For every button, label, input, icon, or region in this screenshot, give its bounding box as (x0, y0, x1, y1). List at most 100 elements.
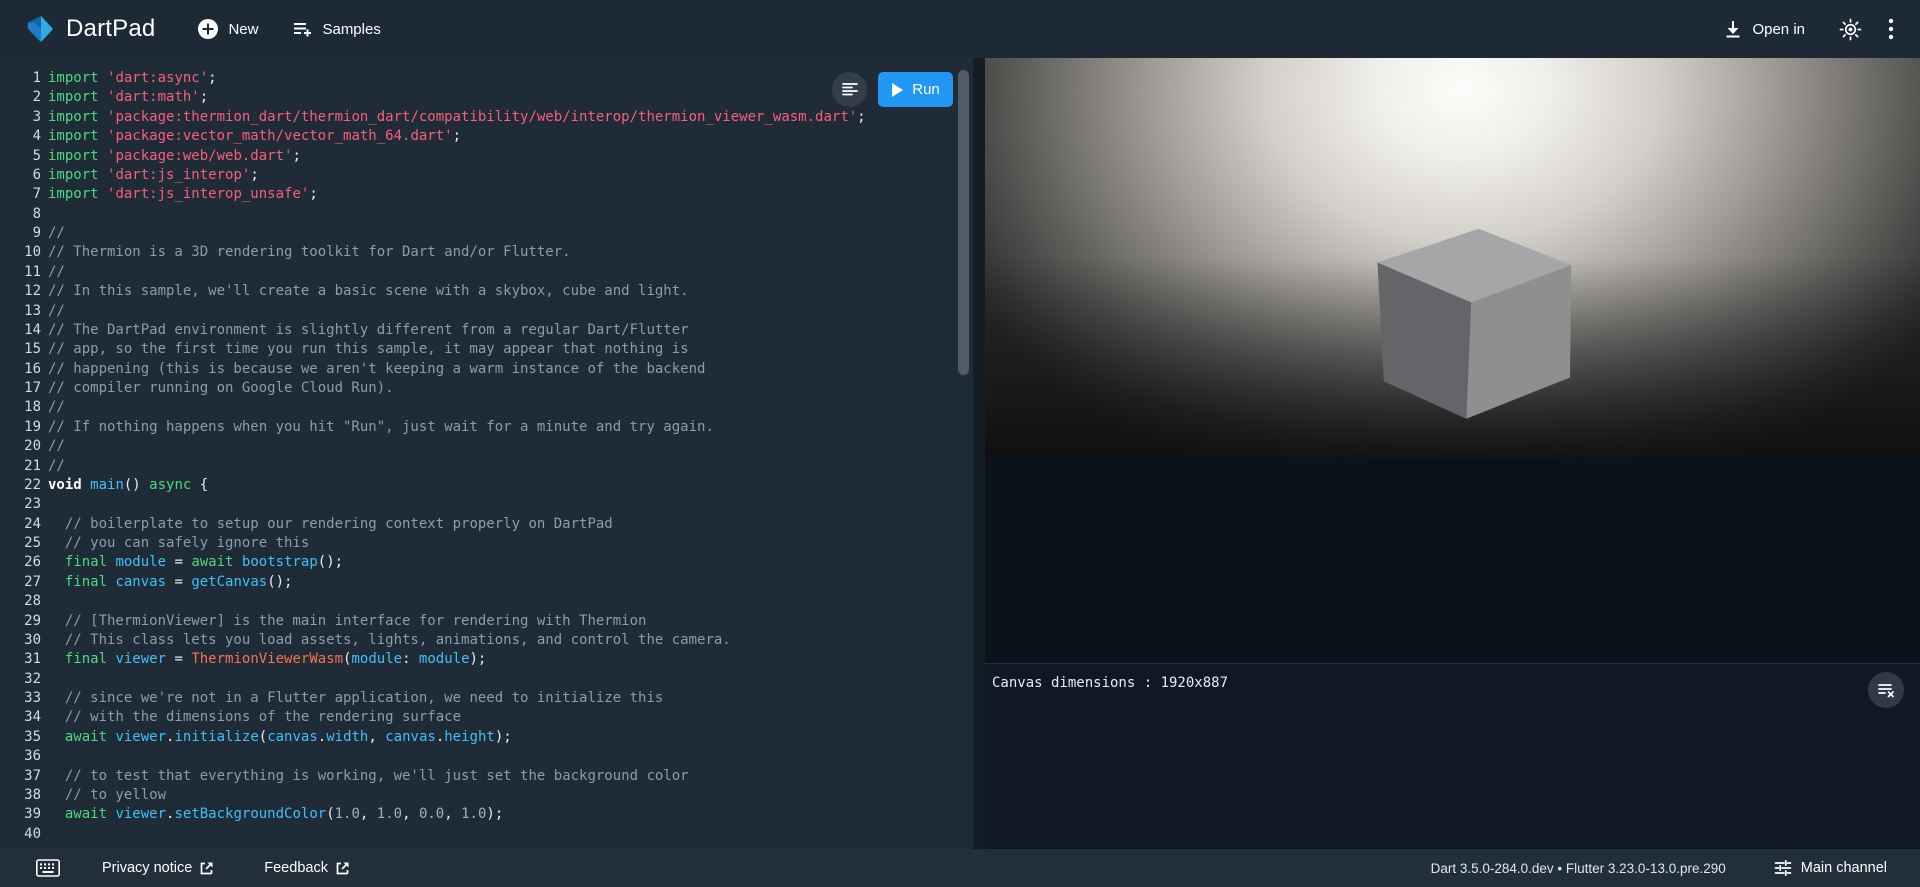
code-line: 38 // to yellow (0, 786, 973, 805)
new-button-label: New (228, 21, 258, 38)
channel-selector[interactable]: Main channel (1774, 859, 1887, 877)
code-line: 36 (0, 747, 973, 766)
code-text: // If nothing happens when you hit "Run"… (48, 419, 714, 435)
code-line: 18// (0, 398, 973, 417)
code-text: // boilerplate to setup our rendering co… (48, 516, 613, 532)
open-in-button[interactable]: Open in (1723, 19, 1805, 39)
play-icon (891, 83, 903, 97)
render-3d-canvas[interactable] (985, 58, 1920, 458)
code-line: 3import 'package:thermion_dart/thermion_… (0, 108, 973, 127)
line-number: 9 (0, 224, 41, 243)
brand: DartPad (25, 13, 155, 45)
cube-3d (985, 58, 1920, 458)
external-link-icon (335, 861, 350, 876)
code-line: 25 // you can safely ignore this (0, 534, 973, 553)
feedback-label: Feedback (264, 860, 328, 876)
line-number: 5 (0, 147, 41, 166)
dartpad-app: DartPad New Sa (0, 0, 1920, 887)
line-number: 33 (0, 689, 41, 708)
dart-logo-icon (25, 13, 55, 45)
samples-button[interactable]: Samples (292, 19, 380, 39)
line-number: 24 (0, 515, 41, 534)
privacy-notice-link[interactable]: Privacy notice (102, 860, 214, 876)
code-line: 14// The DartPad environment is slightly… (0, 321, 973, 340)
line-number: 37 (0, 767, 41, 786)
line-number: 4 (0, 127, 41, 146)
code-text: // [ThermionViewer] is the main interfac… (48, 613, 646, 629)
code-line: 35 await viewer.initialize(canvas.width,… (0, 728, 973, 747)
code-line: 4 import 'package:vector_math/vector_math… (0, 127, 973, 146)
code-line: 34 // with the dimensions of the renderi… (0, 708, 973, 727)
code-line: 32 (0, 670, 973, 689)
code-text: // app, so the first time you run this s… (48, 341, 689, 357)
line-number: 16 (0, 360, 41, 379)
code-text: final viewer = ThermionViewerWasm(module… (48, 651, 486, 667)
code-text: await viewer.initialize(canvas.width, ca… (48, 729, 512, 745)
line-number: 30 (0, 631, 41, 650)
code-text: final module = await bootstrap(); (48, 554, 343, 570)
privacy-notice-label: Privacy notice (102, 860, 192, 876)
code-line: 33 // since we're not in a Flutter appli… (0, 689, 973, 708)
new-button[interactable]: New (197, 18, 258, 40)
code-text: void main() async { (48, 477, 208, 493)
code-text: await viewer.setBackgroundColor(1.0, 1.0… (48, 806, 503, 822)
code-line: 37 // to test that everything is working… (0, 767, 973, 786)
feedback-link[interactable]: Feedback (264, 860, 350, 876)
code-text: // you can safely ignore this (48, 535, 309, 551)
external-link-icon (199, 861, 214, 876)
code-text: // with the dimensions of the rendering … (48, 709, 461, 725)
code-lines[interactable]: 1 import 'dart:async'; 2 import 'dart:math'… (0, 69, 973, 844)
version-text: Dart 3.5.0-284.0.dev • Flutter 3.23.0-13… (1431, 861, 1726, 876)
code-text: import 'dart:js_interop_unsafe'; (48, 186, 318, 202)
theme-toggle-button[interactable] (1839, 18, 1862, 41)
channel-label: Main channel (1801, 860, 1887, 876)
code-text: import 'dart:async'; (48, 70, 217, 86)
overflow-menu-button[interactable] (1888, 17, 1894, 41)
keyboard-icon (36, 859, 60, 877)
code-line: 7import 'dart:js_interop_unsafe'; (0, 185, 973, 204)
brightness-icon (1839, 18, 1862, 41)
kebab-menu-icon (1888, 17, 1894, 41)
line-number: 13 (0, 302, 41, 321)
line-number: 34 (0, 708, 41, 727)
code-text: import 'dart:js_interop'; (48, 167, 259, 183)
code-text: import 'package:web/web.dart'; (48, 148, 301, 164)
code-text: import 'dart:math'; (48, 89, 208, 105)
code-line: 8 (0, 205, 973, 224)
line-number: 23 (0, 495, 41, 514)
code-line: 5 import 'package:web/web.dart'; (0, 147, 973, 166)
code-text: import 'package:thermion_dart/thermion_d… (48, 109, 866, 125)
code-line: 24 // boilerplate to setup our rendering… (0, 515, 973, 534)
code-line: 19 // If nothing happens when you hit "Ru… (0, 418, 973, 437)
console-output-line: Canvas dimensions : 1920x887 (992, 675, 1228, 691)
code-text: import 'package:vector_math/vector_math_… (48, 128, 461, 144)
playlist-add-icon (292, 19, 313, 39)
code-text: // (48, 264, 65, 280)
code-line: 17// compiler running on Google Cloud Ru… (0, 379, 973, 398)
line-number: 2 (0, 88, 41, 107)
code-line: 31 final viewer = ThermionViewerWasm(mod… (0, 650, 973, 669)
code-line: 13// (0, 302, 973, 321)
console-panel: Canvas dimensions : 1920x887 (985, 663, 1920, 849)
line-number: 19 (0, 418, 41, 437)
code-text: // since we're not in a Flutter applicat… (48, 690, 663, 706)
line-number: 40 (0, 825, 41, 844)
code-line: 22void main() async { (0, 476, 973, 495)
code-line: 2 import 'dart:math'; (0, 88, 973, 107)
line-number: 15 (0, 340, 41, 359)
editor-scrollbar-thumb[interactable] (958, 70, 969, 375)
clear-console-button[interactable] (1868, 672, 1904, 708)
run-button[interactable]: Run (878, 72, 953, 107)
line-number: 36 (0, 747, 41, 766)
run-button-label: Run (912, 81, 940, 98)
output-pane: Canvas dimensions : 1920x887 (985, 58, 1920, 849)
code-line: 15 // app, so the first time you run this… (0, 340, 973, 359)
format-button[interactable] (832, 72, 867, 107)
line-number: 38 (0, 786, 41, 805)
tune-icon (1774, 859, 1792, 877)
code-text: // happening (this is because we aren't … (48, 361, 705, 377)
keyboard-shortcuts-button[interactable] (36, 859, 60, 877)
line-number: 6 (0, 166, 41, 185)
pane-splitter[interactable] (973, 58, 985, 849)
line-number: 1 (0, 69, 41, 88)
